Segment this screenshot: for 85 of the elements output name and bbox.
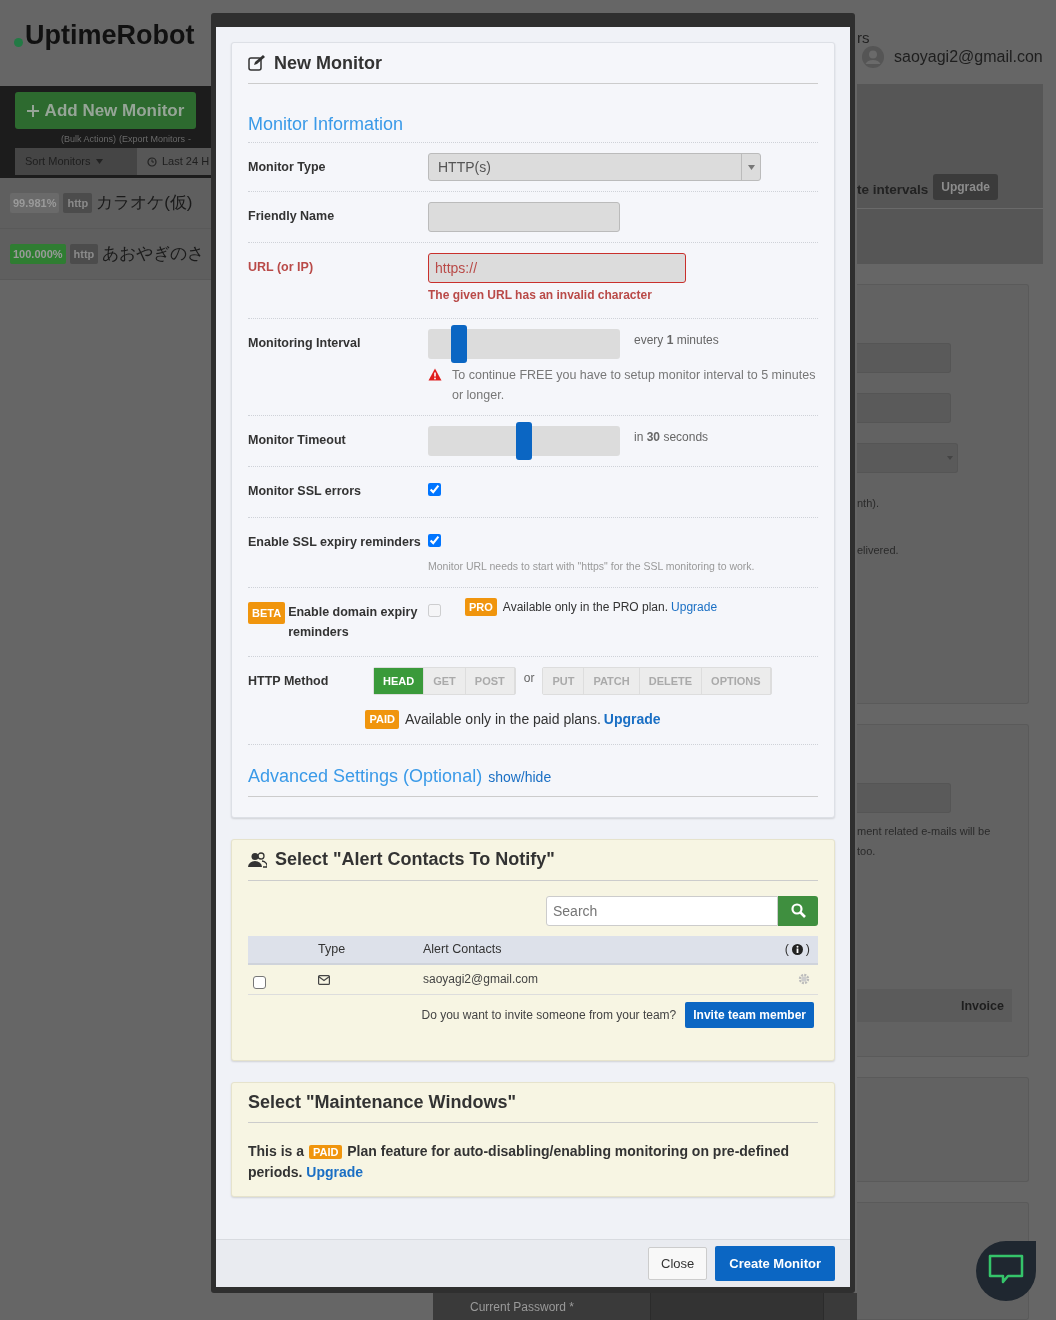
method-button[interactable]: GET (424, 667, 466, 694)
warning-text: To continue FREE you have to setup monitor interval to 5 minutes or longer. (452, 367, 817, 404)
plus-icon (26, 104, 39, 117)
panel-title: Select "Alert Contacts To Notify" (275, 848, 555, 872)
checkbox[interactable] (428, 534, 441, 547)
caret-icon (747, 164, 755, 170)
password-label: Current Password * (470, 1298, 575, 1316)
invoice-header: Invoice (857, 989, 1012, 1023)
select-field[interactable] (857, 443, 958, 474)
uptime-badge: 100.000% (10, 243, 66, 265)
field-label: HTTP Method (248, 672, 330, 690)
add-monitor-button[interactable]: Add New Monitor (15, 92, 196, 129)
field-label: Monitoring Interval (248, 335, 362, 352)
monitor-name[interactable]: カラオケ(仮) (96, 190, 193, 216)
upgrade-button[interactable]: Upgrade (933, 174, 998, 201)
field-label: Monitor SSL errors (248, 483, 362, 500)
chat-icon[interactable] (976, 1240, 1036, 1302)
field-label: Enable SSL expiry reminders (248, 534, 422, 551)
paren-text: ) (805, 940, 810, 958)
input-field[interactable] (428, 202, 620, 232)
column-header: Alert Contacts (423, 940, 503, 958)
plan-note: Available only in the paid plans. (404, 709, 601, 729)
method-button[interactable]: PUT (543, 667, 585, 694)
method-button[interactable]: OPTIONS (702, 667, 771, 694)
field-label: Friendly Name (248, 208, 336, 225)
caret-icon (96, 159, 104, 164)
method-button[interactable]: POST (465, 667, 515, 694)
paren-text: ( (784, 940, 789, 958)
clock-icon (147, 156, 157, 167)
hint-text: Monitor URL needs to start with "https" for the SSL monitoring to work. (428, 559, 756, 574)
plan-note: Available only in the PRO plan. (502, 599, 669, 616)
panel-title: Select "Maintenance Windows" (248, 1090, 516, 1114)
field-label: Enable domain expiry reminders (288, 603, 419, 641)
contact-email: saoyagi2@gmail.com (423, 971, 539, 989)
select-field[interactable]: HTTP(s) (428, 153, 761, 181)
slider-reading: every 1 minutes (634, 332, 719, 349)
user-email[interactable]: saoyagi2@gmail.con (894, 45, 1043, 69)
search-field[interactable]: Search (546, 895, 778, 926)
plan-badge: PAID (365, 710, 399, 729)
section-heading: Monitor Information (248, 84, 818, 143)
column-header: Type (317, 940, 347, 958)
separator-text: or (523, 669, 535, 687)
upgrade-link[interactable]: Upgrade (306, 1163, 364, 1180)
header-text: rs (857, 28, 870, 48)
checkbox[interactable] (253, 975, 266, 989)
export-link[interactable]: (Export Monitors (119, 133, 186, 145)
text-fragment: nth). (857, 496, 880, 512)
search-button[interactable] (778, 895, 818, 926)
input-field[interactable]: https:// (428, 253, 686, 283)
field-label: Monitor Timeout (248, 432, 347, 449)
logo-text: UptimeRobot (25, 19, 195, 52)
field-label: Monitor Type (248, 159, 327, 176)
logo-dot-icon (14, 38, 23, 47)
invite-text: Do you want to invite someone from your team? (421, 1006, 677, 1024)
method-button[interactable]: DELETE (639, 667, 703, 694)
text-fragment: elivered. (857, 543, 900, 559)
search-icon (790, 903, 806, 919)
monitor-name[interactable]: あおやぎのさ (102, 241, 205, 267)
method-button[interactable]: PATCH (584, 667, 640, 694)
plan-badge: PRO (465, 597, 497, 617)
slider-thumb[interactable] (516, 422, 532, 460)
slider-thumb[interactable] (450, 325, 467, 363)
bulk-actions-link[interactable]: (Bulk Actions) (61, 133, 117, 145)
invite-button[interactable]: Invite team member (685, 1001, 814, 1028)
warning-icon (428, 368, 442, 381)
slider-reading: in 30 seconds (634, 429, 709, 446)
edit-icon (248, 55, 266, 71)
show-hide-link[interactable]: show/hide (488, 766, 552, 788)
section-heading: Advanced Settings (Optional) (248, 764, 483, 788)
maintenance-text: This is a PAID Plan feature for auto-disabling/enabling monitoring on pre-defined periods. Upgrade (248, 1141, 791, 1182)
beta-badge: BETA (248, 601, 286, 624)
mail-icon (318, 975, 330, 986)
checkbox[interactable] (428, 483, 441, 496)
field-label: URL (or IP) (248, 259, 315, 276)
users-icon (248, 851, 267, 868)
error-message: The given URL has an invalid character (428, 287, 653, 304)
type-badge: http (63, 192, 93, 214)
method-button[interactable]: HEAD (374, 667, 425, 694)
info-icon[interactable] (791, 943, 803, 955)
upgrade-link[interactable]: Upgrade (603, 708, 661, 730)
type-badge: http (69, 243, 99, 265)
modal-title: New Monitor (274, 51, 382, 75)
create-monitor-button[interactable]: Create Monitor (715, 1245, 835, 1282)
separator-text: - (188, 133, 192, 145)
close-button[interactable]: Close (648, 1246, 708, 1281)
